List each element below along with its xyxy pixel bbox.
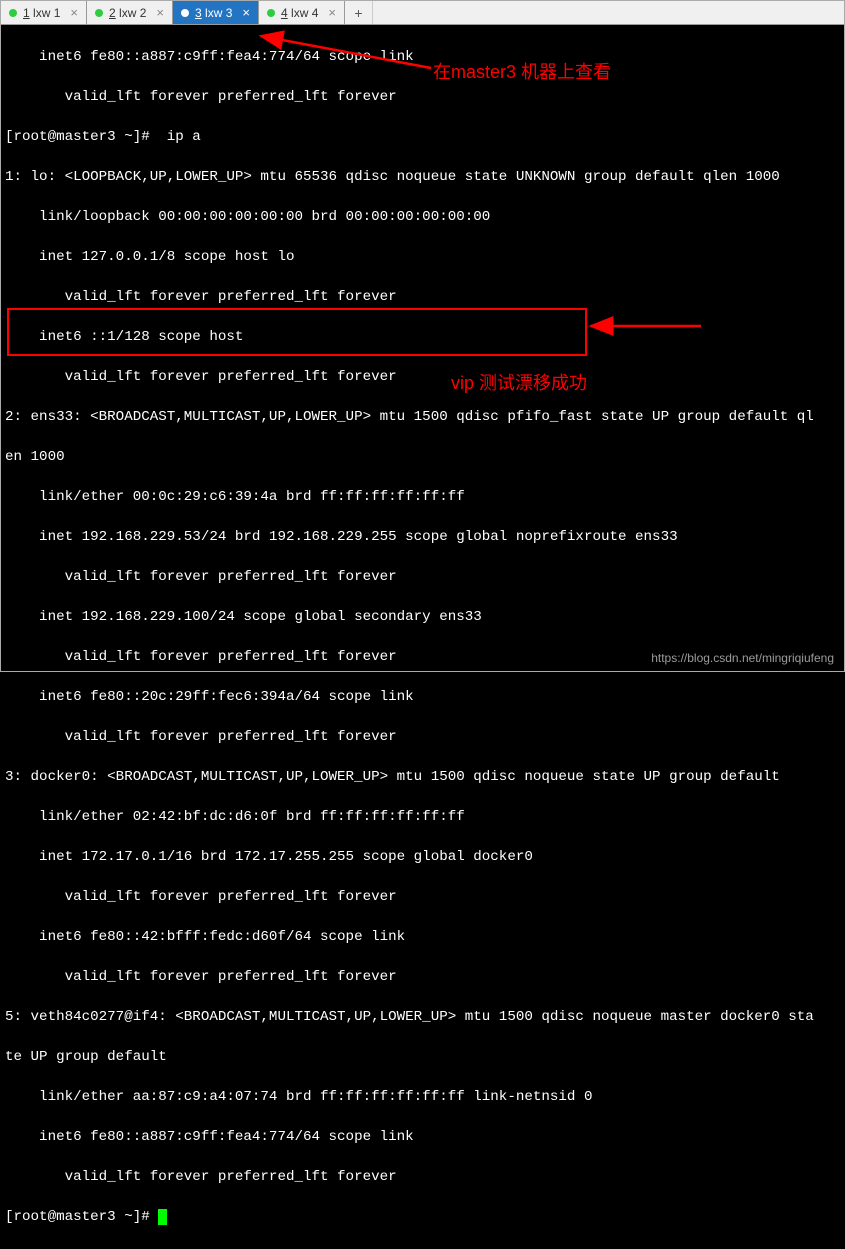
terminal-line: 1: lo: <LOOPBACK,UP,LOWER_UP> mtu 65536 … [5, 167, 840, 187]
terminal-line: 5: veth84c0277@if4: <BROADCAST,MULTICAST… [5, 1007, 840, 1027]
terminal-line: 2: ens33: <BROADCAST,MULTICAST,UP,LOWER_… [5, 407, 840, 427]
tab-lxw4[interactable]: 4 lxw 4 × [259, 1, 345, 24]
terminal-line: valid_lft forever preferred_lft forever [5, 967, 840, 987]
status-dot-icon [181, 9, 189, 17]
cursor-icon [158, 1209, 167, 1225]
terminal-line: valid_lft forever preferred_lft forever [5, 887, 840, 907]
terminal-line: inet6 fe80::a887:c9ff:fea4:774/64 scope … [5, 1127, 840, 1147]
terminal-line: link/ether 00:0c:29:c6:39:4a brd ff:ff:f… [5, 487, 840, 507]
terminal-line: inet 192.168.229.100/24 scope global sec… [5, 607, 840, 627]
terminal-line: inet6 fe80::42:bfff:fedc:d60f/64 scope l… [5, 927, 840, 947]
terminal-line: valid_lft forever preferred_lft forever [5, 1167, 840, 1187]
tab-label: 2 lxw 2 [109, 6, 146, 20]
terminal-line: valid_lft forever preferred_lft forever [5, 567, 840, 587]
tab-lxw1[interactable]: 1 lxw 1 × [1, 1, 87, 24]
terminal-line: inet 127.0.0.1/8 scope host lo [5, 247, 840, 267]
tab-label: 3 lxw 3 [195, 6, 232, 20]
terminal-line: en 1000 [5, 447, 840, 467]
terminal-line: valid_lft forever preferred_lft forever [5, 87, 840, 107]
watermark-text: https://blog.csdn.net/mingriqiufeng [651, 651, 834, 665]
close-icon[interactable]: × [328, 5, 336, 20]
tab-bar: 1 lxw 1 × 2 lxw 2 × 3 lxw 3 × 4 lxw 4 × … [1, 1, 844, 25]
terminal-line: te UP group default [5, 1047, 840, 1067]
terminal-line: 3: docker0: <BROADCAST,MULTICAST,UP,LOWE… [5, 767, 840, 787]
status-dot-icon [95, 9, 103, 17]
terminal-prompt-line: [root@master3 ~]# [5, 1207, 840, 1227]
terminal-output[interactable]: inet6 fe80::a887:c9ff:fea4:774/64 scope … [1, 25, 844, 1249]
terminal-line: link/ether aa:87:c9:a4:07:74 brd ff:ff:f… [5, 1087, 840, 1107]
terminal-line: inet 172.17.0.1/16 brd 172.17.255.255 sc… [5, 847, 840, 867]
close-icon[interactable]: × [70, 5, 78, 20]
status-dot-icon [9, 9, 17, 17]
terminal-line: valid_lft forever preferred_lft forever [5, 367, 840, 387]
status-dot-icon [267, 9, 275, 17]
terminal-line: link/ether 02:42:bf:dc:d6:0f brd ff:ff:f… [5, 807, 840, 827]
close-icon[interactable]: × [156, 5, 164, 20]
tab-lxw2[interactable]: 2 lxw 2 × [87, 1, 173, 24]
terminal-prompt-line: [root@master3 ~]# ip a [5, 127, 840, 147]
tab-lxw3[interactable]: 3 lxw 3 × [173, 1, 259, 24]
tab-label: 1 lxw 1 [23, 6, 60, 20]
new-tab-button[interactable]: + [345, 1, 373, 24]
terminal-line: inet 192.168.229.53/24 brd 192.168.229.2… [5, 527, 840, 547]
terminal-line: inet6 fe80::20c:29ff:fec6:394a/64 scope … [5, 687, 840, 707]
terminal-line: inet6 fe80::a887:c9ff:fea4:774/64 scope … [5, 47, 840, 67]
close-icon[interactable]: × [242, 5, 250, 20]
tab-label: 4 lxw 4 [281, 6, 318, 20]
terminal-line: inet6 ::1/128 scope host [5, 327, 840, 347]
terminal-line: link/loopback 00:00:00:00:00:00 brd 00:0… [5, 207, 840, 227]
terminal-line: valid_lft forever preferred_lft forever [5, 287, 840, 307]
terminal-line: valid_lft forever preferred_lft forever [5, 727, 840, 747]
